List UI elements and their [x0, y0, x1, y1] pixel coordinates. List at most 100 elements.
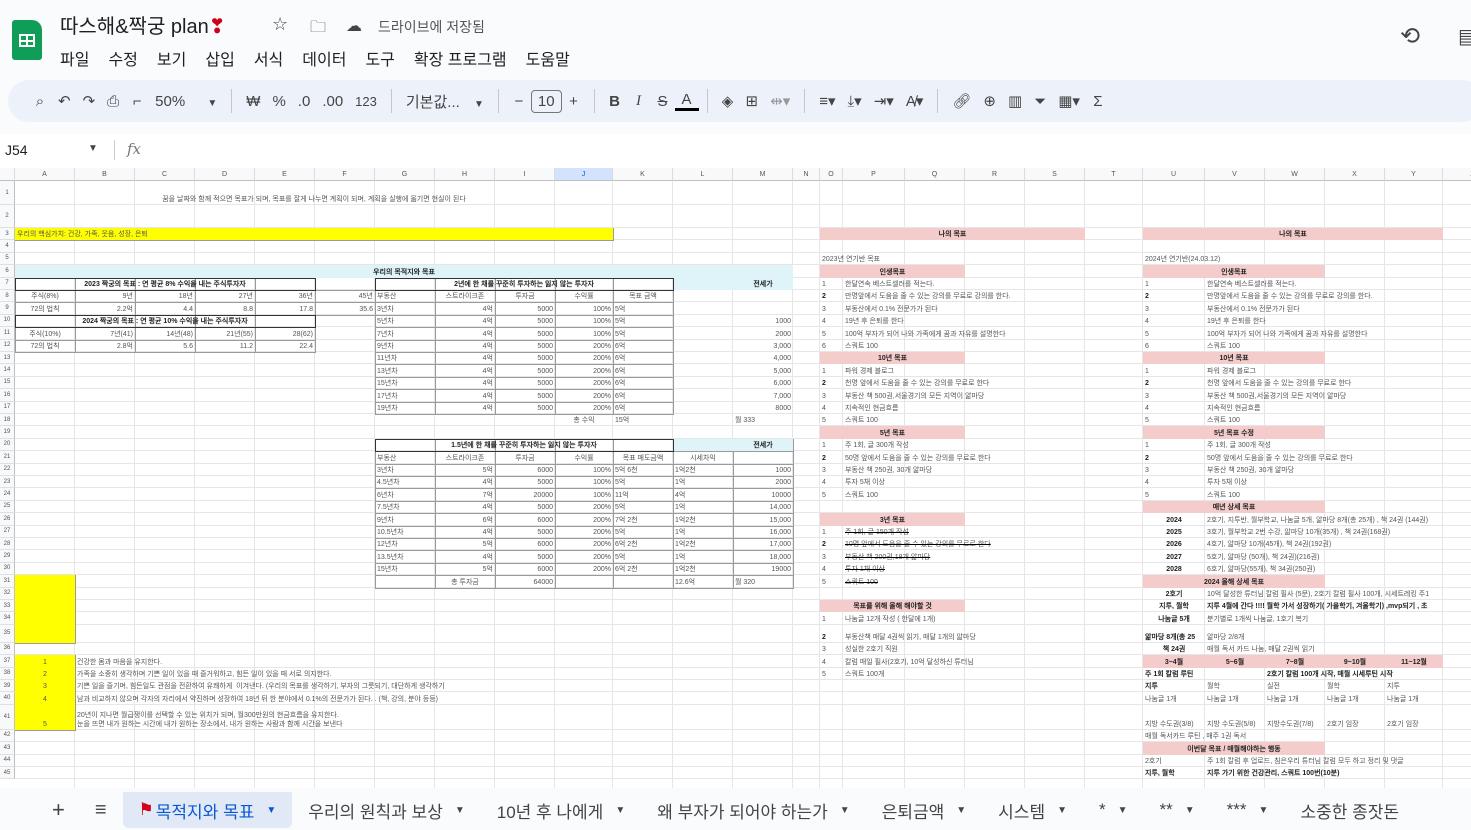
cell-V12[interactable]: 스쿼트 100: [1205, 340, 1265, 352]
cell-G11[interactable]: 7년차: [375, 327, 435, 339]
cell-G28[interactable]: 12년차: [375, 538, 435, 550]
row-header[interactable]: 18: [0, 414, 15, 427]
row-header[interactable]: 21: [0, 451, 15, 464]
cell-I17[interactable]: 5000: [495, 402, 555, 414]
cell-V11[interactable]: 100억 부자가 되어 나와 가족에게 꿈과 자유를 설명한다: [1205, 327, 1368, 339]
cell-H13[interactable]: 4억: [435, 352, 495, 364]
cell-G30[interactable]: 15년차: [375, 563, 435, 575]
cell-I28[interactable]: 6000: [495, 538, 555, 550]
cell-O6[interactable]: 인생목표: [820, 265, 965, 278]
cell-U3[interactable]: 나의 목표: [1143, 228, 1443, 241]
cell-H12[interactable]: 4억: [435, 340, 495, 352]
cell-U22[interactable]: 3: [1143, 464, 1205, 476]
cell-U38[interactable]: 주 1회 칼럼 루틴: [1143, 668, 1205, 680]
all-sheets-button[interactable]: ≡: [79, 792, 123, 828]
cell-O22[interactable]: 3: [820, 464, 843, 476]
column-header[interactable]: X: [1325, 168, 1385, 181]
version-history-icon[interactable]: ⟲: [1400, 22, 1420, 51]
cell-M10[interactable]: 1000: [733, 315, 793, 327]
cell-U6[interactable]: 인생목표: [1143, 265, 1325, 278]
cell-K28[interactable]: 6억 2천: [613, 538, 673, 550]
cell-V24[interactable]: 스쿼트 100: [1205, 488, 1265, 500]
cell-Y37[interactable]: 11~12월: [1385, 655, 1443, 668]
row-header[interactable]: 29: [0, 550, 15, 563]
cell-L26[interactable]: 1억2천: [673, 513, 733, 525]
cell-V8[interactable]: 만명앞에서 도움을 줄 수 있는 강의를 무료로 강의를 한다.: [1205, 290, 1373, 302]
cell-G12[interactable]: 9년차: [375, 340, 435, 352]
cell-C9[interactable]: 4.4: [135, 302, 195, 314]
cell-L7[interactable]: [673, 277, 733, 290]
column-header[interactable]: O: [820, 168, 843, 181]
cell-U14[interactable]: 1: [1143, 364, 1205, 376]
cell-M30[interactable]: 19000: [733, 563, 793, 575]
cell-U7[interactable]: 1: [1143, 278, 1205, 290]
bold-button[interactable]: B: [603, 93, 627, 110]
cell-O5[interactable]: 2023년 연기반 목표: [820, 253, 880, 265]
cell-G26[interactable]: 9년차: [375, 513, 435, 525]
cell-G15[interactable]: 15년차: [375, 377, 435, 389]
cell-A35[interactable]: [15, 624, 75, 643]
column-header[interactable]: U: [1143, 168, 1205, 181]
cell-O3[interactable]: 나의 목표: [820, 228, 1085, 241]
cell-J23[interactable]: 100%: [555, 476, 613, 488]
row-header[interactable]: 10: [0, 314, 15, 328]
cell-U30[interactable]: 2028: [1143, 563, 1205, 575]
column-header[interactable]: S: [1025, 168, 1085, 181]
cell-V10[interactable]: 19년 후 은퇴를 한다: [1205, 315, 1266, 327]
cell-I8[interactable]: 투자금: [495, 290, 555, 302]
cell-K29[interactable]: 5억: [613, 550, 673, 562]
cell-U17[interactable]: 4: [1143, 402, 1205, 414]
cell-O19[interactable]: 5년 목표: [820, 426, 965, 439]
cell-U23[interactable]: 4: [1143, 476, 1205, 488]
cell-K15[interactable]: 6억: [613, 377, 673, 389]
cell-A31[interactable]: [15, 575, 75, 588]
menu-item[interactable]: 삽입: [205, 44, 234, 72]
row-header[interactable]: 24: [0, 488, 15, 501]
cell-U12[interactable]: 6: [1143, 340, 1205, 352]
cell-A41[interactable]: 5: [15, 704, 75, 730]
cell-G16[interactable]: 17년차: [375, 389, 435, 401]
cell-P16[interactable]: 부동산 책 500권,서울경기의 모든 지역이 앎마당: [843, 389, 984, 401]
cell-B39[interactable]: 기쁜 일을 즐기며, 힘든일도 관점을 전환하여 유쾌하게 이겨낸다. (우리의…: [75, 680, 445, 692]
cell-U40[interactable]: 나눔글 1개: [1143, 692, 1205, 704]
cell-I14[interactable]: 5000: [495, 364, 555, 376]
row-header[interactable]: 1: [0, 181, 15, 205]
cell-A11[interactable]: 주식(10%): [15, 327, 75, 339]
cell-J21[interactable]: 수익률: [555, 451, 613, 463]
cell-A10[interactable]: 2024 짝궁의 목표 : 연 평균 10% 수익을 내는 주식투자자: [15, 315, 315, 327]
cell-U44[interactable]: 2호기: [1143, 755, 1205, 767]
cell-U31[interactable]: 2024 올해 상세 목표: [1143, 575, 1325, 588]
cell-M26[interactable]: 15,000: [733, 513, 793, 525]
cell-U10[interactable]: 4: [1143, 315, 1205, 327]
cell-V27[interactable]: 3호기, 월부학교 2번 수강, 앎마당 10개(35개) , 책 24권(16…: [1205, 526, 1390, 538]
cell-H22[interactable]: 5억: [435, 464, 495, 476]
cell-P17[interactable]: 지속적인 현금흐름: [843, 402, 905, 414]
cell-O26[interactable]: 3년 목표: [820, 513, 965, 526]
row-header[interactable]: 35: [0, 624, 15, 643]
cell-J27[interactable]: 200%: [555, 526, 613, 538]
cell-H27[interactable]: 4억: [435, 526, 495, 538]
sheet-tab[interactable]: *** ▼: [1211, 792, 1285, 828]
cell-H9[interactable]: 4억: [435, 302, 495, 314]
cell-U36[interactable]: 책 24권: [1143, 643, 1205, 655]
cell-H16[interactable]: 4억: [435, 389, 495, 401]
cell-I27[interactable]: 5000: [495, 526, 555, 538]
redo-icon[interactable]: ↷: [77, 92, 102, 110]
cell-V33[interactable]: 지투 4월에 간다 !!!! 월학 가서 성장하기( 가을학기, 겨울학기) ,…: [1205, 600, 1428, 612]
cell-O7[interactable]: 1: [820, 278, 843, 290]
cell-P10[interactable]: 19년 후 은퇴를 한다: [843, 315, 905, 327]
cell-U24[interactable]: 5: [1143, 488, 1205, 500]
move-folder-icon[interactable]: 🗀: [310, 16, 326, 43]
row-header[interactable]: 34: [0, 612, 15, 625]
cell-I26[interactable]: 6000: [495, 513, 555, 525]
row-header[interactable]: 45: [0, 767, 15, 780]
sheet-tab[interactable]: 왜 부자가 되어야 하는가 ▼: [641, 792, 865, 828]
cell-G29[interactable]: 13.5년차: [375, 550, 435, 562]
row-header[interactable]: 43: [0, 742, 15, 755]
row-header[interactable]: 42: [0, 729, 15, 743]
row-header[interactable]: 33: [0, 600, 15, 613]
cell-M29[interactable]: 18,000: [733, 550, 793, 562]
cell-V29[interactable]: 5호기, 앎마당 (50개), 책 24권)(216권): [1205, 550, 1319, 562]
cell-P38[interactable]: 스쿼트 100개: [843, 668, 905, 680]
cell-H21[interactable]: 스트라이크존: [435, 451, 495, 463]
